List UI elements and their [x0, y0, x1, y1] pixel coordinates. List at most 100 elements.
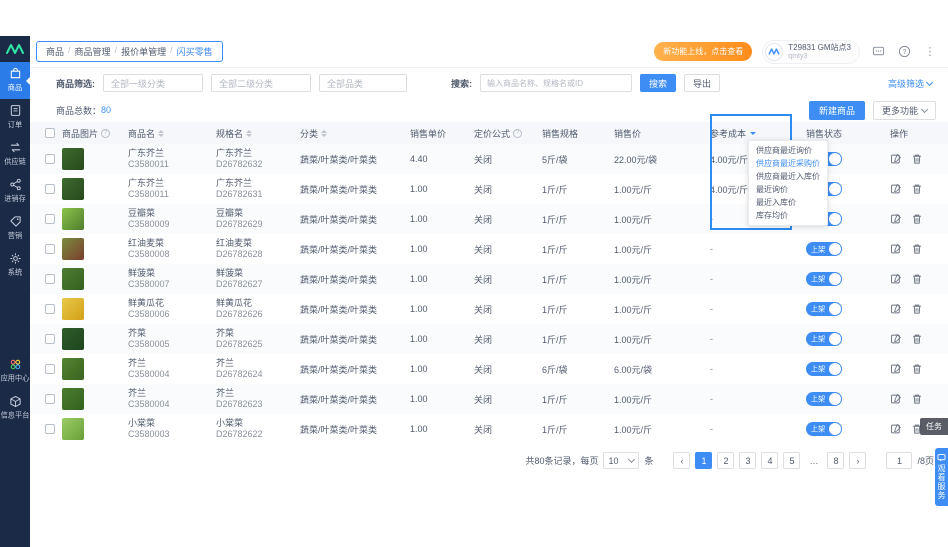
page-jump-input[interactable] [886, 452, 913, 469]
sort-icon[interactable] [246, 129, 253, 137]
dropdown-item[interactable]: 供应商最近采购价 [749, 157, 827, 170]
delete-icon[interactable] [911, 213, 923, 225]
edit-icon[interactable] [890, 153, 902, 165]
prev-page-button[interactable]: ‹ [673, 452, 691, 469]
row-checkbox[interactable] [45, 394, 55, 404]
row-checkbox[interactable] [45, 424, 55, 434]
edit-icon[interactable] [890, 333, 902, 345]
product-thumbnail[interactable] [62, 328, 84, 350]
info-icon[interactable]: ? [101, 128, 111, 138]
product-thumbnail[interactable] [62, 238, 84, 260]
new-feature-button[interactable]: 新功能上线，点击查看 [654, 42, 753, 61]
product-thumbnail[interactable] [62, 418, 84, 440]
product-thumbnail[interactable] [62, 178, 84, 200]
sidebar-item-系统[interactable]: 系统 [0, 247, 30, 284]
sidebar-item-供应链[interactable]: 供应链 [0, 136, 30, 173]
task-badge[interactable]: 任务 [920, 418, 948, 435]
column-header-规格名[interactable]: 规格名 [216, 127, 300, 140]
delete-icon[interactable] [911, 303, 923, 315]
dropdown-item[interactable]: 库存均价 [749, 209, 827, 222]
row-checkbox[interactable] [45, 154, 55, 164]
delete-icon[interactable] [911, 333, 923, 345]
delete-icon[interactable] [911, 153, 923, 165]
status-toggle[interactable]: 上架 [806, 362, 842, 376]
breadcrumb-item[interactable]: 报价单管理 [121, 45, 166, 58]
column-header-参考成本[interactable]: 参考成本 [710, 127, 806, 140]
status-toggle[interactable]: 上架 [806, 392, 842, 406]
status-toggle[interactable]: 上架 [806, 302, 842, 316]
dropdown-item[interactable]: 最近询价 [749, 183, 827, 196]
search-input[interactable] [480, 74, 632, 92]
edit-icon[interactable] [890, 303, 902, 315]
page-button-5[interactable]: 5 [783, 452, 801, 469]
row-checkbox[interactable] [45, 364, 55, 374]
product-thumbnail[interactable] [62, 358, 84, 380]
status-toggle[interactable]: 上架 [806, 332, 842, 346]
page-button-1[interactable]: 1 [695, 452, 713, 469]
row-checkbox[interactable] [45, 184, 55, 194]
row-checkbox[interactable] [45, 304, 55, 314]
row-checkbox[interactable] [45, 334, 55, 344]
column-header-分类[interactable]: 分类 [300, 127, 410, 140]
page-button-3[interactable]: 3 [739, 452, 757, 469]
caret-down-icon[interactable] [750, 131, 757, 135]
edit-icon[interactable] [890, 273, 902, 285]
row-checkbox[interactable] [45, 274, 55, 284]
page-button-2[interactable]: 2 [717, 452, 735, 469]
create-product-button[interactable]: 新建商品 [808, 100, 865, 120]
export-button[interactable]: 导出 [684, 74, 720, 92]
page-button-8[interactable]: 8 [827, 452, 845, 469]
status-toggle[interactable]: 上架 [806, 272, 842, 286]
sidebar-item-应用中心[interactable]: 应用中心 [0, 353, 30, 390]
product-thumbnail[interactable] [62, 148, 84, 170]
info-icon[interactable]: ? [513, 128, 523, 138]
breadcrumb-item[interactable]: 闪买零售 [177, 45, 213, 58]
next-page-button[interactable]: › [849, 452, 867, 469]
category-select[interactable]: 全部品类 [319, 74, 407, 92]
sort-icon[interactable] [158, 129, 165, 137]
delete-icon[interactable] [911, 273, 923, 285]
sidebar-item-订单[interactable]: 订单 [0, 99, 30, 136]
edit-icon[interactable] [890, 243, 902, 255]
status-toggle[interactable]: 上架 [806, 422, 842, 436]
category-level1-select[interactable]: 全部一级分类 [103, 74, 203, 92]
sidebar-item-信息平台[interactable]: 信息平台 [0, 390, 30, 427]
select-all-checkbox[interactable] [45, 128, 55, 138]
user-menu[interactable]: T29831 GM站点3 qmty3 [762, 39, 860, 64]
edit-icon[interactable] [890, 363, 902, 375]
product-thumbnail[interactable] [62, 268, 84, 290]
service-tab[interactable]: 观看服务 [935, 448, 948, 506]
edit-icon[interactable] [890, 393, 902, 405]
edit-icon[interactable] [890, 183, 902, 195]
edit-icon[interactable] [890, 423, 902, 435]
advanced-filter-link[interactable]: 高级筛选 [888, 77, 934, 90]
sidebar-item-营销[interactable]: 营销 [0, 210, 30, 247]
page-size-select[interactable]: 10 [603, 452, 640, 469]
row-checkbox[interactable] [45, 244, 55, 254]
delete-icon[interactable] [911, 183, 923, 195]
status-toggle[interactable]: 上架 [806, 242, 842, 256]
category-level2-select[interactable]: 全部二级分类 [211, 74, 311, 92]
app-logo-icon[interactable] [0, 36, 30, 62]
help-icon[interactable]: ? [896, 44, 912, 60]
breadcrumb-item[interactable]: 商品 [46, 45, 64, 58]
sidebar-item-进销存[interactable]: 进销存 [0, 173, 30, 210]
dropdown-item[interactable]: 供应商最近询价 [749, 144, 827, 157]
product-thumbnail[interactable] [62, 208, 84, 230]
more-functions-button[interactable]: 更多功能 [872, 100, 936, 120]
page-button-4[interactable]: 4 [761, 452, 779, 469]
dropdown-item[interactable]: 最近入库价 [749, 196, 827, 209]
more-menu-icon[interactable]: ⋮ [922, 44, 938, 60]
product-thumbnail[interactable] [62, 298, 84, 320]
row-checkbox[interactable] [45, 214, 55, 224]
message-icon[interactable] [870, 44, 886, 60]
column-header-商品名[interactable]: 商品名 [128, 127, 216, 140]
sort-icon[interactable] [321, 129, 328, 137]
delete-icon[interactable] [911, 243, 923, 255]
edit-icon[interactable] [890, 213, 902, 225]
dropdown-item[interactable]: 供应商最近入库价 [749, 170, 827, 183]
delete-icon[interactable] [911, 363, 923, 375]
search-button[interactable]: 搜索 [640, 74, 676, 92]
product-thumbnail[interactable] [62, 388, 84, 410]
sidebar-item-商品[interactable]: 商品 [0, 62, 30, 99]
